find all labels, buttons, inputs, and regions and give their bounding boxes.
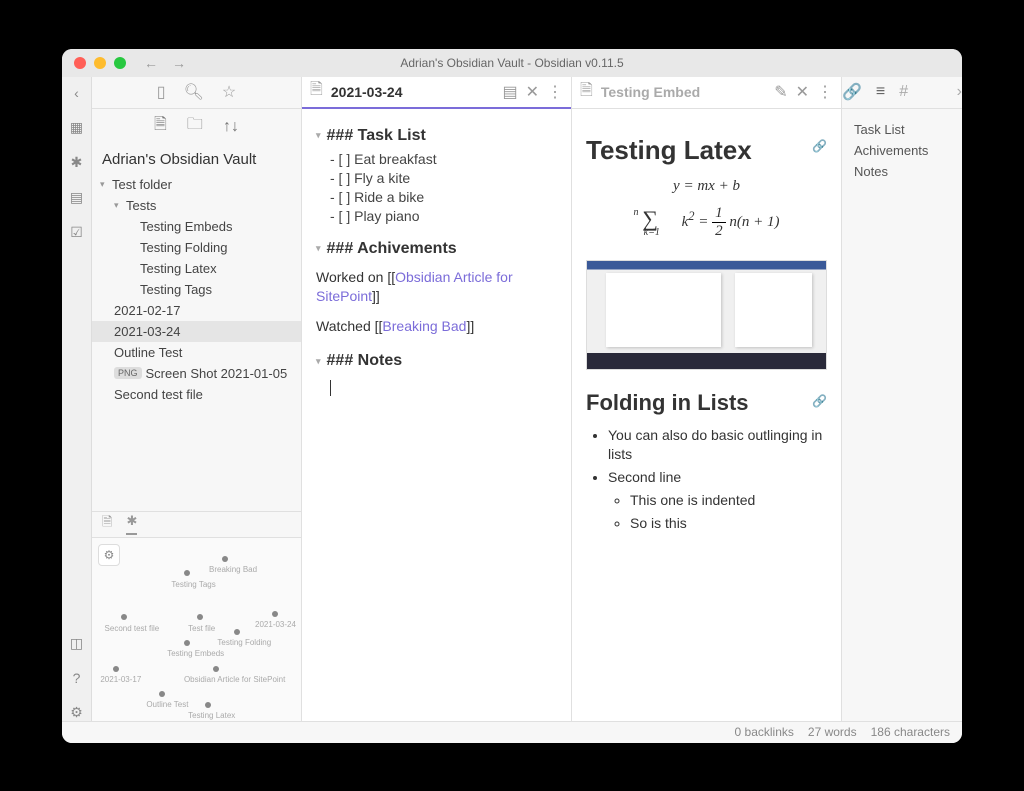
nav-forward-icon[interactable]: → [172,55,186,71]
template-icon[interactable]: ☑ [70,224,83,241]
maximize-button[interactable] [114,57,126,69]
embedded-image [586,260,827,370]
preview-toggle-icon[interactable]: ▤ [502,82,517,102]
status-chars: 186 characters [871,725,950,739]
local-graph-pane: 🗎 ✱ ⚙ Breaking Bad Testing Tags Second t… [92,511,301,721]
status-backlinks[interactable]: 0 backlinks [735,725,794,739]
preview-title[interactable]: Testing Embed [601,84,766,100]
graph-settings-icon[interactable]: ⚙ [98,544,120,566]
vault-icon[interactable]: ◫ [70,635,83,652]
note-icon: 🗎 [310,78,323,105]
search-tab-icon[interactable]: 🔍︎ [184,82,204,102]
outline-item[interactable]: Task List [854,119,950,140]
left-ribbon: ‹ ▦ ✱ ▤ ☑ ◫ ? ⚙ [62,77,92,721]
new-note-icon[interactable]: 🗎 [154,113,167,140]
collapse-right-icon[interactable]: › [957,83,962,101]
list-item: You can also do basic outlinging in list… [608,426,827,465]
close-pane-icon[interactable]: ✕ [526,82,539,102]
tree-folder[interactable]: ▾Tests [92,195,301,216]
heading-link-icon[interactable]: 🔗 [812,394,827,408]
close-button[interactable] [74,57,86,69]
app-window: ← → Adrian's Obsidian Vault - Obsidian v… [62,49,962,743]
graph-view-icon[interactable]: ✱ [71,154,83,171]
file-tree: ▾Test folder ▾Tests Testing Embeds Testi… [92,174,301,511]
tree-file[interactable]: Testing Embeds [92,216,301,237]
daily-note-icon[interactable]: ▤ [70,189,83,206]
tree-file[interactable]: Testing Tags [92,279,301,300]
new-folder-icon[interactable]: 🗀 [187,113,203,140]
tree-file[interactable]: Testing Latex [92,258,301,279]
tags-tab-icon[interactable]: # [899,83,908,101]
list-item: This one is indented [630,491,827,511]
outline-list: Task List Achivements Notes [842,109,962,192]
titlebar: ← → Adrian's Obsidian Vault - Obsidian v… [62,49,962,77]
settings-icon[interactable]: ⚙ [70,704,83,721]
heading-link-icon[interactable]: 🔗 [812,139,827,153]
tree-file[interactable]: Second test file [92,384,301,405]
preview-content[interactable]: Testing Latex🔗 y = mx + b n ∑ k=1 k2 = 1… [572,109,841,721]
math-block: n ∑ k=1 k2 = 12 n(n + 1) [586,205,827,240]
sidebar-collapse-icon[interactable]: ‹ [74,85,79,101]
editor-title[interactable]: 2021-03-24 [331,84,495,100]
graph-file-tab-icon[interactable]: 🗎 [102,513,112,535]
outline-item[interactable]: Notes [854,161,950,182]
tree-file[interactable]: Outline Test [92,342,301,363]
more-options-icon[interactable]: ⋮ [547,82,563,102]
quick-switcher-icon[interactable]: ▦ [70,119,83,136]
outline-item[interactable]: Achivements [854,140,950,161]
editor-content[interactable]: ▾### Task List - [ ] Eat breakfast - [ ]… [302,109,571,721]
help-icon[interactable]: ? [73,670,81,686]
more-options-icon[interactable]: ⋮ [817,82,833,102]
graph-canvas[interactable]: ⚙ Breaking Bad Testing Tags Second test … [92,538,301,721]
file-explorer-tab-icon[interactable]: ▯ [157,82,166,102]
close-pane-icon[interactable]: ✕ [796,82,809,102]
math-block: y = mx + b [586,178,827,195]
tree-file-active[interactable]: 2021-03-24 [92,321,301,342]
list-item: So is this [630,514,827,534]
traffic-lights [74,57,126,69]
list-item: Second line This one is indented So is t… [608,468,827,534]
sidebar: ▯ 🔍︎ ☆ 🗎 🗀 ↑↓ Adrian's Obsidian Vault ▾T… [92,77,302,721]
sort-icon[interactable]: ↑↓ [223,118,239,136]
tree-file[interactable]: Testing Folding [92,237,301,258]
preview-pane: 🗎 Testing Embed ✎ ✕ ⋮ Testing Latex🔗 y =… [572,77,842,721]
tree-folder[interactable]: ▾Test folder [92,174,301,195]
tree-file[interactable]: 2021-02-17 [92,300,301,321]
graph-tab-icon[interactable]: ✱ [126,513,137,535]
note-icon: 🗎 [580,79,593,106]
edit-toggle-icon[interactable]: ✎ [774,82,787,102]
status-words: 27 words [808,725,857,739]
outline-tab-icon[interactable]: ≡ [876,83,885,101]
nav-back-icon[interactable]: ← [144,55,158,71]
right-sidebar: 🔗 ≡ # › Task List Achivements Notes [842,77,962,721]
vault-name: Adrian's Obsidian Vault [92,145,301,174]
window-title: Adrian's Obsidian Vault - Obsidian v0.11… [400,56,623,70]
starred-tab-icon[interactable]: ☆ [222,82,236,102]
status-bar: 0 backlinks 27 words 186 characters [62,721,962,743]
text-cursor [330,380,331,396]
editor-pane: 🗎 2021-03-24 ▤ ✕ ⋮ ▾### Task List - [ ] … [302,77,572,721]
backlinks-tab-icon[interactable]: 🔗 [842,82,862,102]
tree-file[interactable]: PNGScreen Shot 2021-01-05 [92,363,301,384]
minimize-button[interactable] [94,57,106,69]
